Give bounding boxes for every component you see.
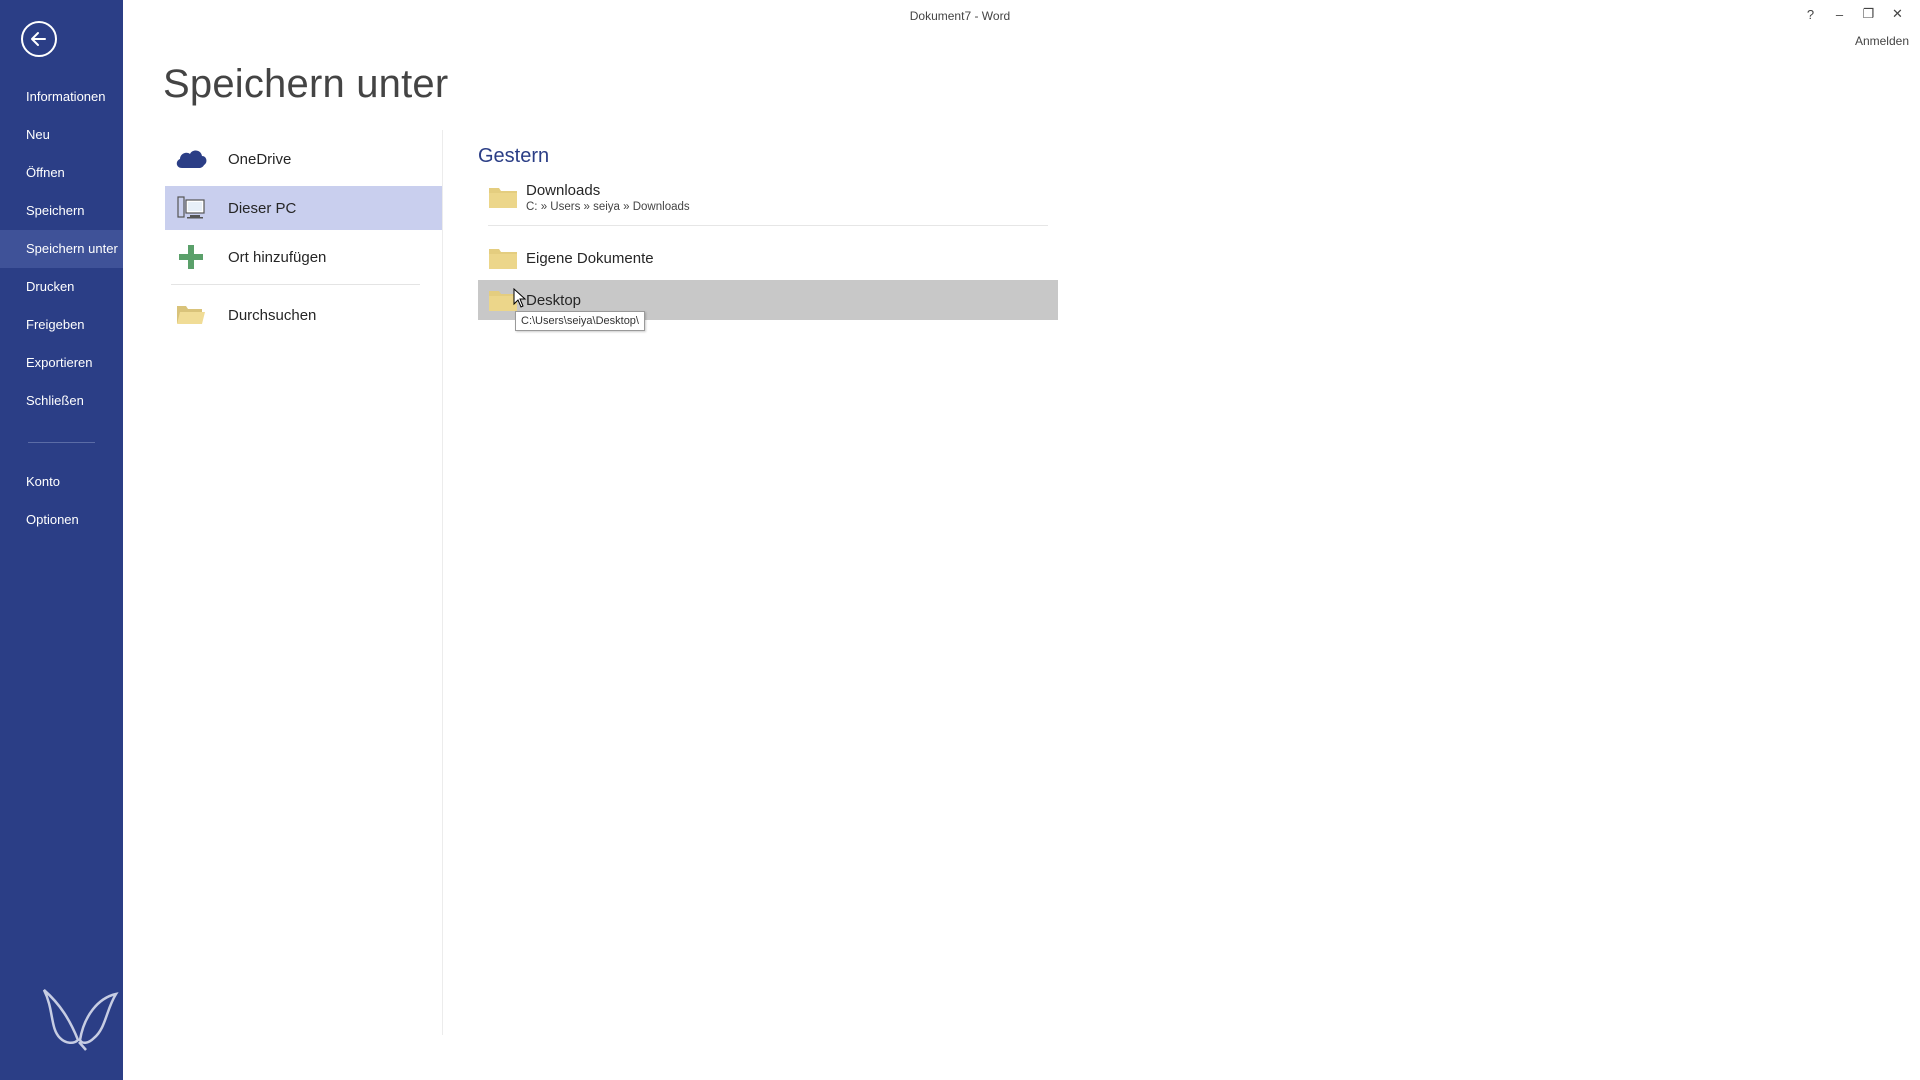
folder-divider (488, 225, 1048, 226)
location-label: Durchsuchen (228, 306, 317, 324)
save-locations-list: OneDrive Dieser PC Ort hinzufügen Durchs… (165, 137, 442, 337)
location-label: Ort hinzufügen (228, 248, 327, 266)
window-controls: ? – ❐ ✕ (1796, 4, 1912, 24)
restore-button[interactable]: ❐ (1854, 4, 1883, 24)
column-divider (442, 130, 443, 1035)
folder-row-eigene-dokumente[interactable]: Eigene Dokumente (478, 238, 1058, 278)
plus-icon (171, 242, 211, 272)
folder-icon (489, 188, 517, 208)
location-dieser-pc[interactable]: Dieser PC (165, 186, 442, 230)
folder-icon (489, 249, 517, 269)
folder-path-tooltip: C:\Users\seiya\Desktop\ (515, 311, 645, 331)
folder-open-icon (171, 300, 211, 330)
nav-freigeben[interactable]: Freigeben (0, 306, 123, 344)
butterfly-logo-icon (42, 989, 119, 1051)
mouse-cursor-icon (513, 288, 527, 308)
nav-neu[interactable]: Neu (0, 116, 123, 154)
nav-optionen[interactable]: Optionen (0, 501, 123, 539)
recent-folders-list: Downloads C: » Users » seiya » Downloads… (478, 175, 1058, 320)
cloud-icon (171, 144, 211, 174)
nav-speichern-unter[interactable]: Speichern unter (0, 230, 123, 268)
nav-konto[interactable]: Konto (0, 463, 123, 501)
folder-name: Desktop (526, 291, 582, 309)
nav-drucken[interactable]: Drucken (0, 268, 123, 306)
folder-name: Eigene Dokumente (526, 249, 654, 267)
folder-row-downloads[interactable]: Downloads C: » Users » seiya » Downloads (478, 175, 1058, 219)
recent-group-heading: Gestern (478, 145, 550, 167)
help-button[interactable]: ? (1796, 4, 1825, 24)
folder-path: C: » Users » seiya » Downloads (526, 200, 690, 213)
location-ort-hinzufuegen[interactable]: Ort hinzufügen (165, 235, 442, 279)
nav-oeffnen[interactable]: Öffnen (0, 154, 123, 192)
nav-exportieren[interactable]: Exportieren (0, 344, 123, 382)
locations-divider (171, 284, 420, 285)
page-title: Speichern unter (163, 62, 449, 106)
nav-schliessen[interactable]: Schließen (0, 382, 123, 420)
window-title: Dokument7 - Word (909, 9, 1011, 23)
backstage-nav: Informationen Neu Öffnen Speichern Speic… (0, 78, 123, 539)
signin-link[interactable]: Anmelden (1855, 34, 1909, 48)
minimize-button[interactable]: – (1825, 4, 1854, 24)
backstage-sidebar: Informationen Neu Öffnen Speichern Speic… (0, 0, 123, 1080)
close-button[interactable]: ✕ (1883, 4, 1912, 24)
location-onedrive[interactable]: OneDrive (165, 137, 442, 181)
back-button[interactable] (21, 21, 57, 57)
nav-informationen[interactable]: Informationen (0, 78, 123, 116)
location-durchsuchen[interactable]: Durchsuchen (165, 293, 442, 337)
location-label: Dieser PC (228, 199, 297, 217)
folder-name: Downloads (526, 181, 601, 199)
location-label: OneDrive (228, 150, 292, 168)
nav-speichern[interactable]: Speichern (0, 192, 123, 230)
nav-divider (28, 442, 95, 443)
computer-icon (171, 193, 211, 223)
arrow-left-icon (31, 32, 46, 46)
